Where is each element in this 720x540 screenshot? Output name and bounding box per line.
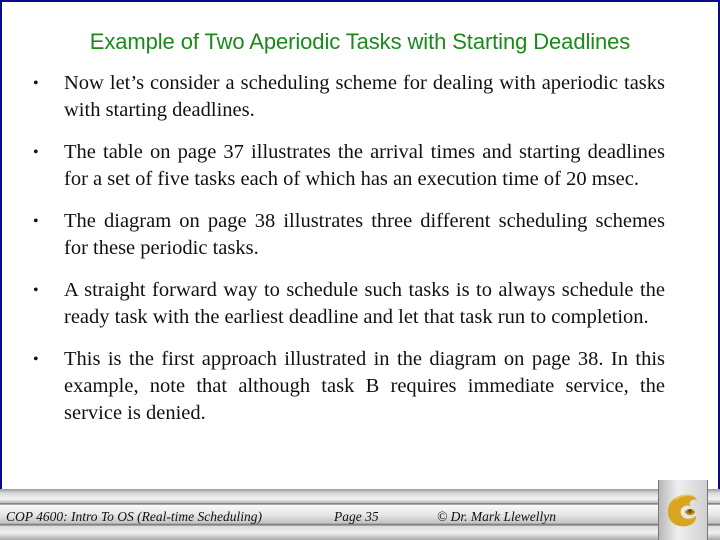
bullet-icon: • (33, 213, 39, 230)
bullet-item: • The diagram on page 38 illustrates thr… (33, 208, 665, 262)
bullet-item: • Now let’s consider a scheduling scheme… (33, 70, 665, 124)
bullet-list: • Now let’s consider a scheduling scheme… (33, 70, 665, 442)
bullet-item: • The table on page 37 illustrates the a… (33, 139, 665, 193)
footer-copyright: © Dr. Mark Llewellyn (437, 509, 556, 524)
bullet-text: A straight forward way to schedule such … (64, 279, 665, 328)
logo-box (658, 480, 708, 540)
bullet-icon: • (33, 282, 39, 299)
slide-title: Example of Two Aperiodic Tasks with Star… (89, 29, 631, 54)
bullet-text: The diagram on page 38 illustrates three… (64, 210, 665, 259)
bullet-item: • A straight forward way to schedule suc… (33, 277, 665, 331)
footer-course: COP 4600: Intro To OS (Real-time Schedul… (6, 509, 262, 524)
bullet-item: • This is the first approach illustrated… (33, 346, 665, 427)
bullet-icon: • (33, 75, 39, 92)
bullet-icon: • (33, 144, 39, 161)
pegasus-logo-icon (667, 494, 697, 527)
bullet-icon: • (33, 351, 39, 368)
bullet-text: This is the first approach illustrated i… (64, 348, 665, 424)
bullet-text: The table on page 37 illustrates the arr… (64, 141, 665, 190)
bullet-text: Now let’s consider a scheduling scheme f… (64, 72, 665, 121)
footer-page-number: Page 35 (334, 509, 379, 524)
